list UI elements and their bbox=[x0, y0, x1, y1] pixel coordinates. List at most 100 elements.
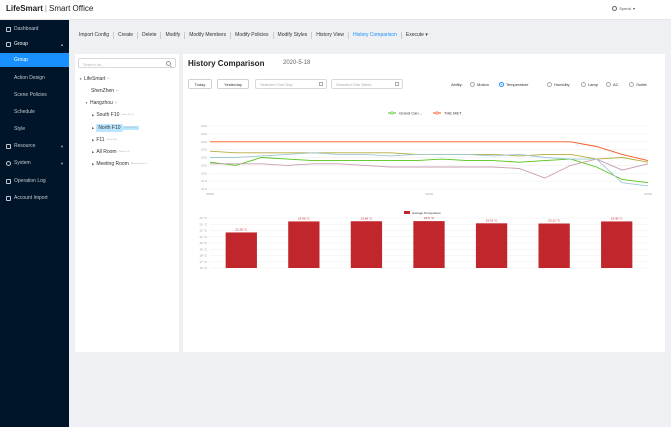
sidebar-subitem-scene-policies[interactable]: Scene Policies bbox=[0, 88, 69, 102]
log-icon bbox=[6, 178, 11, 184]
y-tick-label: 24.0 bbox=[201, 140, 207, 144]
sidebar-item-label: Group bbox=[14, 57, 28, 63]
line-chart: 25.0 24.5 24.0 23.5 23.0 22.5 22.0 21.5 21.000:0… bbox=[201, 111, 652, 197]
caret-down-icon: ▼ bbox=[79, 77, 82, 81]
bar-data-label: 23.48 °C bbox=[361, 216, 374, 220]
chevron-down-icon: ▼ bbox=[60, 143, 64, 149]
radio-icon bbox=[547, 82, 552, 87]
bar-data-label: 23.5 °C bbox=[424, 216, 435, 220]
y-tick-label: 22 °C bbox=[199, 229, 207, 233]
tree-node-count: (Room F10 3) bbox=[121, 114, 134, 116]
page-date: 2020-5-18 bbox=[283, 60, 311, 66]
x-tick-label: 00:00 bbox=[206, 192, 214, 196]
y-tick-label: 23.0 bbox=[201, 156, 207, 160]
sidebar-item-group[interactable]: Group ▲ bbox=[0, 37, 69, 51]
tab-delete[interactable]: Delete bbox=[138, 31, 162, 39]
sidebar-item-operation-log[interactable]: Operation Log bbox=[0, 174, 69, 188]
tree-node-meeting-room[interactable]: ▶ Meeting Room (Meeting Room 1) bbox=[92, 161, 147, 167]
bar bbox=[413, 221, 445, 268]
tree-node-count: (2) bbox=[116, 90, 119, 92]
series-line bbox=[210, 158, 649, 179]
brand-logo: LifeSmart | Smart Office bbox=[6, 4, 93, 13]
y-tick-label: 19 °C bbox=[199, 247, 207, 251]
ability-option-lamp[interactable]: Lamp bbox=[581, 82, 598, 87]
ability-option-temperature[interactable]: Temperature bbox=[499, 82, 528, 87]
sidebar-subitem-schedule[interactable]: Schedule bbox=[0, 105, 69, 119]
bar bbox=[225, 232, 257, 268]
tab-history-view[interactable]: History View bbox=[312, 31, 349, 39]
y-tick-label: 25.0 bbox=[201, 124, 207, 128]
calendar-icon bbox=[319, 82, 323, 86]
page-title: History Comparison bbox=[188, 59, 265, 68]
sidebar-item-system[interactable]: System ▼ bbox=[0, 156, 69, 170]
ability-option-label: Motion bbox=[477, 82, 490, 87]
tree-node-hangzhou[interactable]: ▼ Hangzhou (6) bbox=[85, 100, 117, 106]
caret-right-icon: ▶ bbox=[92, 162, 95, 166]
chevron-down-icon: ▾ bbox=[425, 31, 428, 38]
y-tick-label: 21 °C bbox=[199, 235, 207, 239]
tree-node-count: (Meeting Room 1) bbox=[130, 163, 147, 165]
sidebar-subitem-action-design[interactable]: Action Design bbox=[0, 71, 69, 85]
group-icon bbox=[6, 41, 11, 47]
ability-option-motion[interactable]: Motion bbox=[470, 82, 489, 87]
today-button[interactable]: Today bbox=[188, 79, 212, 89]
dashboard-icon bbox=[6, 26, 11, 32]
tab-modify-styles[interactable]: Modify Styles bbox=[274, 31, 313, 39]
date-picker-placeholder: Selected One Week bbox=[336, 81, 372, 87]
y-tick-label: 22.0 bbox=[201, 171, 207, 175]
ability-option-label: Temperature bbox=[506, 82, 529, 87]
tab-import-config[interactable]: Import Config bbox=[75, 31, 115, 39]
tab-modify-policies[interactable]: Modify Policies bbox=[231, 31, 274, 39]
legend-label: THE MET bbox=[444, 111, 462, 116]
tree-node-count: (Room F11) bbox=[106, 139, 118, 141]
sidebar-item-label: Group bbox=[14, 41, 28, 47]
tree-node-label: South F10 bbox=[96, 112, 120, 118]
sidebar-subitem-group[interactable]: Group bbox=[0, 53, 69, 67]
select-one-week-picker[interactable]: Selected One Week bbox=[331, 79, 403, 89]
sidebar-item-account-import[interactable]: Account Import bbox=[0, 191, 69, 205]
tree-node-south-f10[interactable]: ▶ South F10 (Room F10 3) bbox=[92, 112, 134, 118]
tree-node-count: (Room all 3) bbox=[118, 151, 130, 153]
yesterday-button[interactable]: Yesterday bbox=[217, 79, 249, 89]
tab-execute[interactable]: Execute ▾ bbox=[402, 32, 432, 39]
brand-separator: | bbox=[44, 4, 47, 13]
user-name: Spend bbox=[619, 6, 631, 11]
ability-option-label: Humidity bbox=[554, 82, 570, 87]
tree-node-label: Meeting Room bbox=[96, 161, 129, 167]
tab-modify-members[interactable]: Modify Members bbox=[185, 31, 232, 39]
ability-label: Ability: bbox=[451, 82, 463, 87]
y-tick-label: 18 °C bbox=[199, 254, 207, 258]
sidebar-item-dashboard[interactable]: Dashboard bbox=[0, 22, 69, 36]
tree-node-all-room[interactable]: ▶ All Room (Room all 3) bbox=[92, 149, 130, 155]
tree-node-f11[interactable]: ▶ F11 (Room F11) bbox=[92, 137, 117, 143]
ability-option-humidity[interactable]: Humidity bbox=[547, 82, 570, 87]
y-tick-label: 23 °C bbox=[199, 222, 207, 226]
tab-execute-label: Execute bbox=[405, 31, 424, 38]
sidebar-item-label: Scene Policies bbox=[14, 92, 47, 98]
tree-node-north-f10[interactable]: ▶ North F10 (Room F10 2) bbox=[92, 124, 139, 132]
chevron-up-icon: ▲ bbox=[60, 41, 64, 47]
search-icon[interactable] bbox=[166, 61, 171, 66]
tab-modify[interactable]: Modify bbox=[161, 31, 186, 39]
ability-option-ac[interactable]: AC bbox=[606, 82, 619, 87]
select-one-day-picker[interactable]: Selected One Day bbox=[255, 79, 327, 89]
tab-history-comparison[interactable]: History Comparison bbox=[349, 31, 402, 39]
tab-create[interactable]: Create bbox=[114, 31, 139, 39]
date-picker-placeholder: Selected One Day bbox=[260, 81, 293, 87]
tree-node-label: Hangzhou bbox=[89, 100, 113, 106]
user-icon bbox=[612, 6, 618, 11]
tree-node-shenzhen[interactable]: ShenZhen (2) bbox=[91, 88, 119, 94]
y-tick-label: 24.5 bbox=[201, 132, 207, 136]
sidebar-item-resource[interactable]: Resource ▼ bbox=[0, 139, 69, 153]
history-comparison-panel: History Comparison 2020-5-18 Today Yeste… bbox=[183, 54, 665, 352]
user-menu[interactable]: Spend ▾ bbox=[612, 6, 635, 11]
tree-node-lifesmart[interactable]: ▼ LifeSmart (8) bbox=[79, 76, 110, 82]
sidebar-subitem-style[interactable]: Style bbox=[0, 122, 69, 136]
tree-node-label: North F10 bbox=[96, 124, 123, 132]
ability-option-outlet[interactable]: Outlet bbox=[629, 82, 647, 87]
caret-down-icon: ▼ bbox=[85, 101, 88, 105]
bar bbox=[475, 223, 508, 268]
bar-data-label: 21.69 °C bbox=[235, 227, 248, 231]
tree-search-input[interactable] bbox=[83, 61, 163, 67]
bar bbox=[288, 221, 320, 268]
